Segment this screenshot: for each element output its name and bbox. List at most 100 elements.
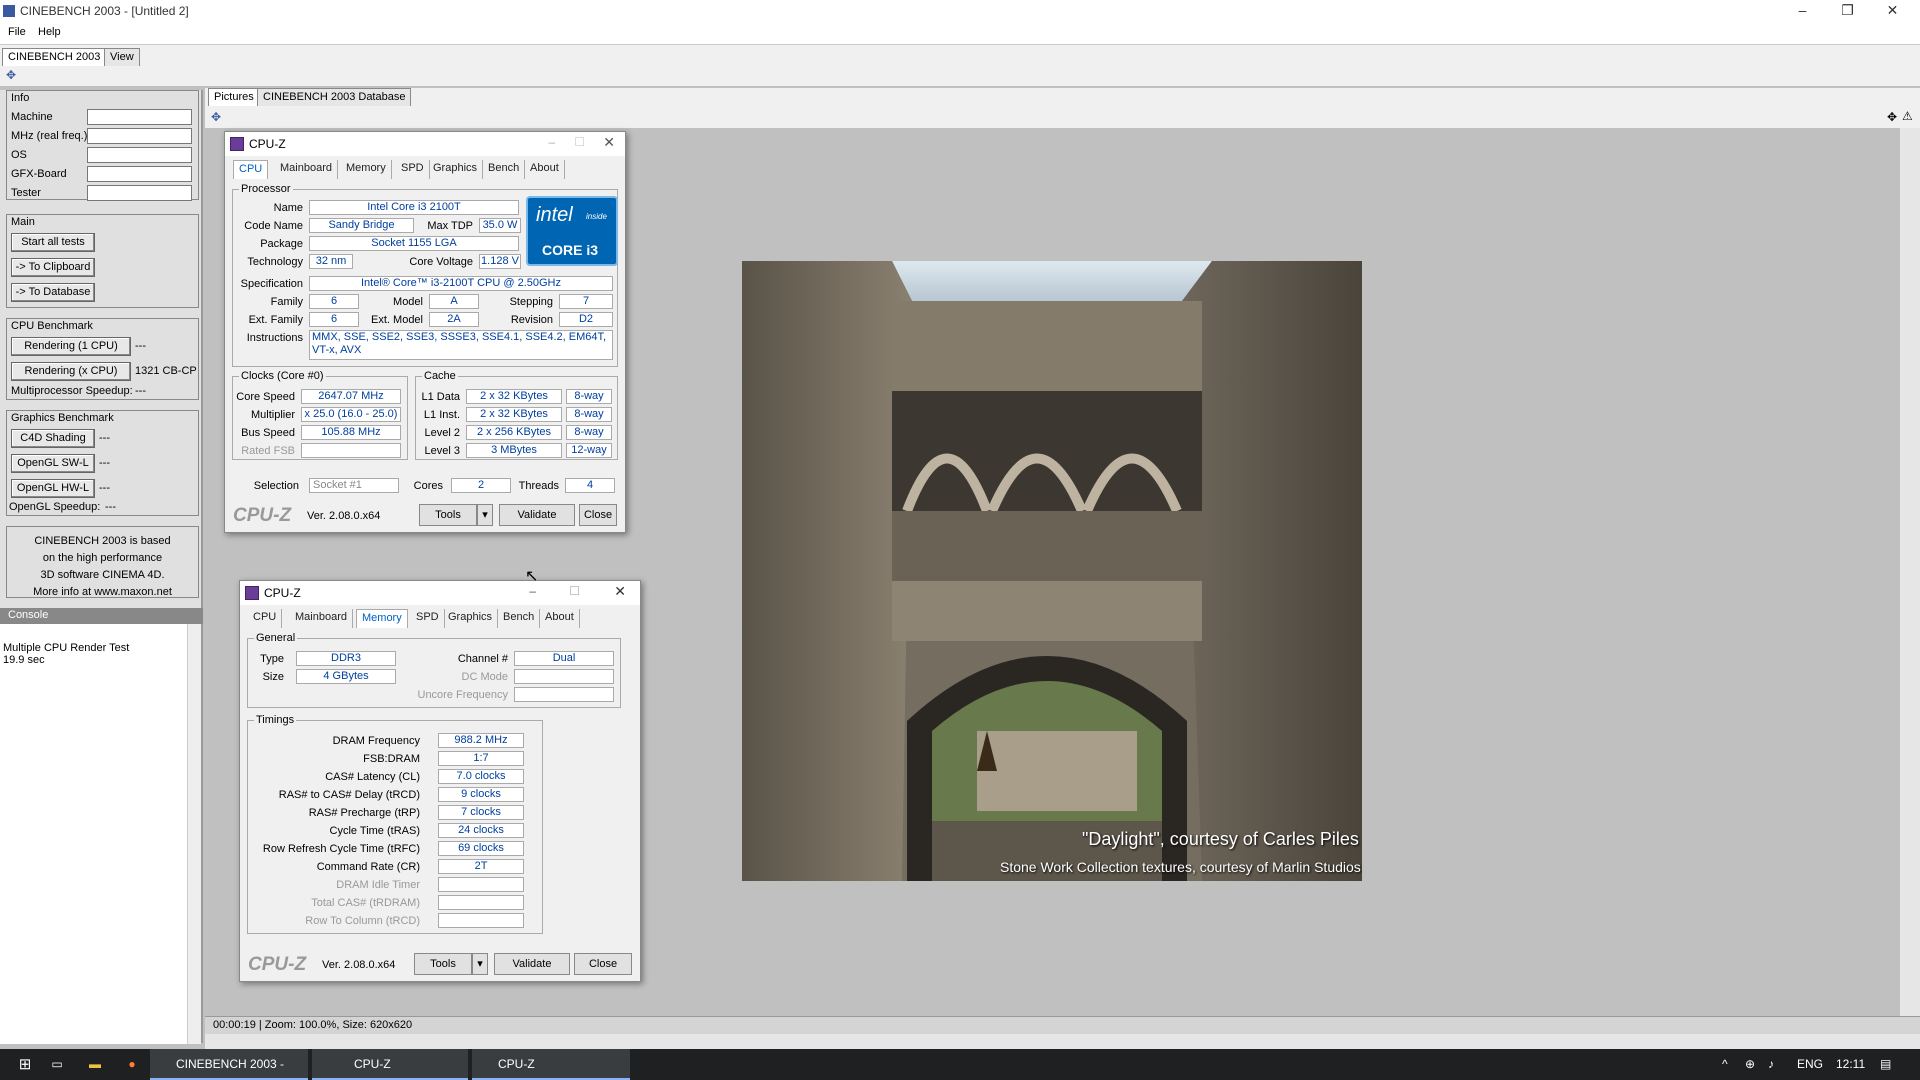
taskbar-cpuz-2[interactable]: CPU-Z	[472, 1049, 630, 1080]
timing-value: 24 clocks	[438, 823, 524, 838]
processor-title: Processor	[239, 183, 293, 195]
cpuz-tab-spd[interactable]: SPD	[396, 160, 430, 179]
taskbar-cpuz-1[interactable]: CPU-Z	[312, 1049, 468, 1080]
cpuz-tab-mainboard[interactable]: Mainboard	[290, 609, 353, 628]
cpuz-version: Ver. 2.08.0.x64	[322, 959, 396, 971]
cpuz-close[interactable]: ✕	[614, 583, 626, 600]
cpuz-maximize[interactable]: ☐	[574, 135, 585, 149]
language-indicator[interactable]: ENG	[1797, 1049, 1823, 1080]
close-button-cpuz[interactable]: Close	[579, 504, 617, 526]
mhz-input[interactable]	[87, 128, 192, 144]
close-button-cpuz[interactable]: Close	[574, 953, 632, 975]
cpuz-tab-spd[interactable]: SPD	[411, 609, 445, 628]
app-tab-bar: CINEBENCH 2003 View	[0, 44, 1920, 66]
level3-value: 3 MBytes	[466, 443, 562, 458]
firefox-icon[interactable]: ●	[117, 1049, 147, 1080]
tools-button[interactable]: Tools	[414, 953, 472, 975]
opengl-swl-button[interactable]: OpenGL SW-L	[11, 454, 95, 473]
c4d-shading-value: ---	[99, 432, 110, 444]
cpuz-tab-cpu[interactable]: CPU	[233, 160, 269, 179]
corespeed-label: Core Speed	[236, 391, 295, 403]
tools-dropdown-icon[interactable]: ▾	[477, 504, 493, 526]
gfx-input[interactable]	[87, 166, 192, 182]
rendering-xcpu-value: 1321 CB-CPU	[135, 365, 197, 377]
volume-icon[interactable]: ♪	[1768, 1049, 1786, 1080]
cpuz-minimize[interactable]: –	[548, 135, 555, 149]
validate-button[interactable]: Validate	[494, 953, 570, 975]
extfamily-label: Ext. Family	[248, 314, 303, 326]
network-icon[interactable]: ⊕	[1745, 1049, 1763, 1080]
vertical-scrollbar[interactable]	[1900, 128, 1920, 1018]
tester-input[interactable]	[87, 185, 192, 201]
opengl-speedup-label: OpenGL Speedup:	[9, 501, 101, 513]
selection-dropdown[interactable]: Socket #1	[309, 478, 399, 493]
package-value: Socket 1155 LGA	[309, 236, 519, 251]
tools-button[interactable]: Tools	[419, 504, 477, 526]
cpuz-close[interactable]: ✕	[603, 134, 615, 151]
to-database-button[interactable]: -> To Database	[11, 283, 95, 302]
start-all-tests-button[interactable]: Start all tests	[11, 233, 95, 252]
about-line: 3D software CINEMA 4D.	[40, 569, 165, 581]
pin-icon[interactable]: ✥	[6, 68, 16, 82]
notification-icon[interactable]: ▤	[1880, 1049, 1900, 1080]
close-button[interactable]: ✕	[1870, 0, 1915, 23]
console-header: Console	[0, 608, 203, 624]
picture-tab-bar: Pictures CINEBENCH 2003 Database	[205, 88, 1920, 108]
c4d-shading-button[interactable]: C4D Shading	[11, 429, 95, 448]
timing-value	[438, 877, 524, 892]
cpuz-tab-about[interactable]: About	[540, 609, 580, 628]
cpuz-tab-memory[interactable]: Memory	[356, 609, 408, 628]
cpuz-maximize[interactable]: ☐	[569, 584, 580, 598]
tab-view[interactable]: View	[104, 48, 140, 66]
cpuz-tab-mainboard[interactable]: Mainboard	[275, 160, 338, 179]
validate-button[interactable]: Validate	[499, 504, 575, 526]
tab-database[interactable]: CINEBENCH 2003 Database	[257, 88, 412, 106]
cpuz-tab-bench[interactable]: Bench	[483, 160, 526, 179]
tab-pictures[interactable]: Pictures	[208, 88, 260, 106]
rendering-1cpu-button[interactable]: Rendering (1 CPU)	[11, 337, 131, 356]
horizontal-scrollbar[interactable]	[205, 1034, 1920, 1049]
machine-input[interactable]	[87, 109, 192, 125]
cpuz-footer: CPU-Z Ver. 2.08.0.x64 Tools ▾ Validate C…	[248, 953, 632, 977]
info-title: Info	[11, 92, 30, 104]
stepping-value: 7	[559, 294, 613, 309]
mouse-cursor-icon: ↖	[525, 568, 539, 585]
timing-label: Row To Column (tRCD)	[305, 915, 420, 927]
move-icon[interactable]: ✥	[1887, 110, 1897, 124]
file-explorer-icon[interactable]: ▬	[80, 1049, 110, 1080]
opengl-hwl-button[interactable]: OpenGL HW-L	[11, 479, 95, 498]
rendering-xcpu-button[interactable]: Rendering (x CPU)	[11, 362, 131, 381]
restore-button[interactable]: ❐	[1825, 0, 1870, 23]
warning-icon[interactable]: ⚠	[1902, 109, 1913, 123]
uncore-label: Uncore Frequency	[417, 689, 509, 701]
minimize-button[interactable]: –	[1780, 0, 1825, 23]
extmodel-value: 2A	[429, 312, 479, 327]
cpuz-tab-bench[interactable]: Bench	[498, 609, 541, 628]
pin-icon[interactable]: ✥	[211, 110, 221, 124]
menu-file[interactable]: File	[8, 26, 26, 38]
cpuz-tab-about[interactable]: About	[525, 160, 565, 179]
model-value: A	[429, 294, 479, 309]
taskbar-cinebench[interactable]: CINEBENCH 2003 - [U...	[150, 1049, 308, 1080]
cpuz-tab-memory[interactable]: Memory	[341, 160, 392, 179]
selection-label: Selection	[253, 480, 299, 492]
cpuz-tab-graphics[interactable]: Graphics	[428, 160, 484, 179]
cpuz-tab-graphics[interactable]: Graphics	[443, 609, 499, 628]
cpu-benchmark-group: CPU Benchmark Rendering (1 CPU) --- Rend…	[6, 318, 199, 400]
tools-dropdown-icon[interactable]: ▾	[472, 953, 488, 975]
tray-chevron-icon[interactable]: ^	[1722, 1049, 1738, 1080]
processor-panel: Processor Name Intel Core i3 2100T Code …	[232, 183, 618, 367]
menu-help[interactable]: Help	[38, 26, 61, 38]
cpuz-minimize[interactable]: –	[529, 584, 536, 598]
os-input[interactable]	[87, 147, 192, 163]
start-icon[interactable]: ⊞	[10, 1049, 40, 1080]
cpuz-tab-cpu[interactable]: CPU	[248, 609, 283, 628]
busspeed-value: 105.88 MHz	[301, 425, 401, 440]
l1inst-ways: 8-way	[566, 407, 612, 422]
tab-cinebench[interactable]: CINEBENCH 2003	[2, 48, 107, 66]
task-view-icon[interactable]: ▭	[42, 1049, 72, 1080]
clock[interactable]: 12:11	[1836, 1049, 1865, 1080]
to-clipboard-button[interactable]: -> To Clipboard	[11, 258, 95, 277]
specification-value: Intel® Core™ i3-2100T CPU @ 2.50GHz	[309, 276, 613, 291]
console-scrollbar[interactable]	[187, 624, 201, 1044]
